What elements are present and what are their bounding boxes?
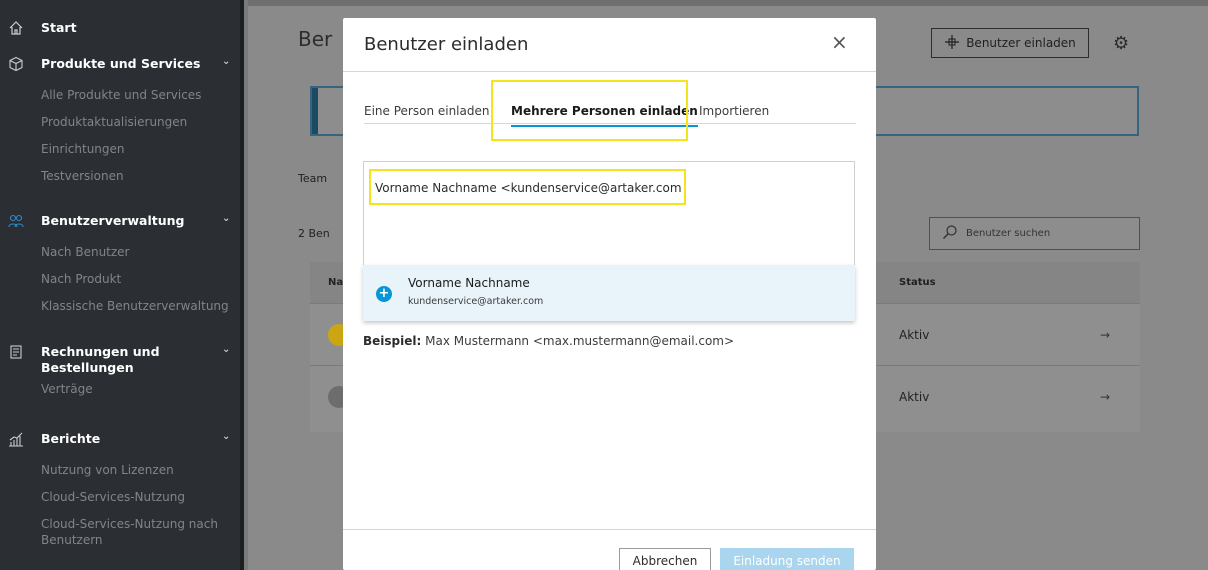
sidebar-item-by-product[interactable]: Nach Produkt (0, 266, 244, 293)
sidebar-item-contracts[interactable]: Verträge (0, 376, 244, 403)
dialog-header: Benutzer einladen × (343, 18, 876, 72)
nav-billing-label-2: Bestellungen (41, 360, 134, 375)
suggestion-name: Vorname Nachname (408, 276, 530, 290)
invite-tabs: Eine Person einladen Mehrere Personen ei… (364, 96, 856, 127)
nav-start[interactable]: Start (0, 20, 244, 42)
sidebar-item-setups[interactable]: Einrichtungen (0, 136, 244, 163)
nav-reports-header[interactable]: Berichte ⌄ (0, 431, 244, 453)
status-text: Aktiv (899, 390, 930, 404)
emails-textarea[interactable]: Vorname Nachname <kundenservice@artaker.… (363, 161, 855, 266)
sidebar-item-cloud-usage-by-user-line2: Benutzern (41, 533, 103, 547)
tab-invite-one[interactable]: Eine Person einladen (364, 104, 489, 118)
sidebar-item-cloud-usage-by-user[interactable]: Cloud-Services-Nutzung nach Benutzern (0, 511, 244, 548)
suggestion-email: kundenservice@artaker.com (408, 296, 544, 307)
nav-users-header[interactable]: Benutzerverwaltung ⌄ (0, 213, 244, 235)
arrow-right-icon[interactable]: → (1100, 328, 1110, 342)
banner-accent (312, 88, 318, 134)
nav-products-header[interactable]: Produkte und Services ⌄ (0, 56, 244, 78)
search-placeholder: Benutzer suchen (966, 228, 1051, 239)
nav-users: Benutzerverwaltung ⌄ Nach Benutzer Nach … (0, 213, 244, 320)
sidebar-item-cloud-usage-by-user-line1: Cloud-Services-Nutzung nach (41, 517, 218, 531)
chevron-down-icon: ⌄ (222, 213, 231, 224)
chart-icon (8, 431, 24, 447)
chevron-down-icon: ⌄ (222, 344, 231, 355)
status-text: Aktiv (899, 328, 930, 342)
sidebar-item-classic-user-management[interactable]: Klassische Benutzerverwaltung (0, 293, 244, 320)
arrow-right-icon[interactable]: → (1100, 390, 1110, 404)
sidebar-item-by-user[interactable]: Nach Benutzer (0, 239, 244, 266)
chevron-down-icon: ⌄ (222, 56, 231, 67)
nav-products: Produkte und Services ⌄ Alle Produkte un… (0, 56, 244, 190)
top-bar (248, 0, 1208, 6)
invite-users-dialog: Benutzer einladen × Eine Person einladen… (343, 18, 876, 570)
tab-import[interactable]: Importieren (699, 104, 769, 118)
nav-reports-label: Berichte (41, 431, 101, 446)
search-icon (942, 224, 958, 243)
user-search-input[interactable]: Benutzer suchen (929, 217, 1140, 250)
nav-users-label: Benutzerverwaltung (41, 213, 185, 228)
users-icon (8, 213, 24, 229)
invite-users-button[interactable]: Benutzer einladen (931, 28, 1089, 58)
emails-textarea-value: Vorname Nachname <kundenservice@artaker.… (375, 181, 682, 195)
send-invitation-button[interactable]: Einladung senden (720, 548, 854, 570)
dialog-title: Benutzer einladen (364, 34, 529, 55)
nav-billing-label-1: Rechnungen und (41, 344, 160, 359)
user-count: 2 Ben (298, 227, 330, 240)
active-tab-indicator (511, 125, 698, 127)
invite-users-button-label: Benutzer einladen (966, 36, 1076, 50)
sidebar-item-product-updates[interactable]: Produktaktualisierungen (0, 109, 244, 136)
example-label: Beispiel: (363, 334, 422, 348)
add-circle-icon: + (376, 286, 392, 302)
sidebar-item-cloud-usage[interactable]: Cloud-Services-Nutzung (0, 484, 244, 511)
close-icon[interactable]: × (831, 30, 848, 54)
cube-icon (8, 56, 24, 72)
dialog-footer: Abbrechen Einladung senden (343, 529, 876, 570)
tab-invite-multiple-label: Mehrere Personen einladen (511, 104, 698, 118)
gear-icon[interactable]: ⚙ (1113, 33, 1129, 54)
document-icon (8, 344, 24, 360)
add-user-icon (944, 34, 960, 53)
nav-billing: Rechnungen und Bestellungen ⌄ Verträge (0, 344, 244, 403)
cancel-button[interactable]: Abbrechen (619, 548, 711, 570)
nav-billing-header[interactable]: Rechnungen und Bestellungen ⌄ (0, 344, 244, 376)
nav-start-label: Start (41, 20, 77, 35)
tab-invite-multiple[interactable]: Mehrere Personen einladen (511, 104, 698, 127)
column-status-header: Status (899, 277, 936, 288)
suggestion-item[interactable]: + Vorname Nachname kundenservice@artaker… (363, 265, 855, 321)
column-name-header: Na (328, 277, 344, 288)
nav-reports: Berichte ⌄ Nutzung von Lizenzen Cloud-Se… (0, 431, 244, 548)
sidebar-item-all-products[interactable]: Alle Produkte und Services (0, 82, 244, 109)
sidebar: Start Produkte und Services ⌄ Alle Produ… (0, 0, 244, 570)
example-hint: Beispiel: Max Mustermann <max.mustermann… (363, 334, 734, 348)
team-label: Team (298, 172, 328, 185)
home-icon (8, 20, 24, 36)
chevron-down-icon: ⌄ (222, 431, 231, 442)
sidebar-item-trials[interactable]: Testversionen (0, 163, 244, 190)
page-title: Ber (298, 27, 333, 51)
sidebar-item-license-usage[interactable]: Nutzung von Lizenzen (0, 457, 244, 484)
nav-products-label: Produkte und Services (41, 56, 201, 71)
example-text: Max Mustermann <max.mustermann@email.com… (425, 334, 735, 348)
